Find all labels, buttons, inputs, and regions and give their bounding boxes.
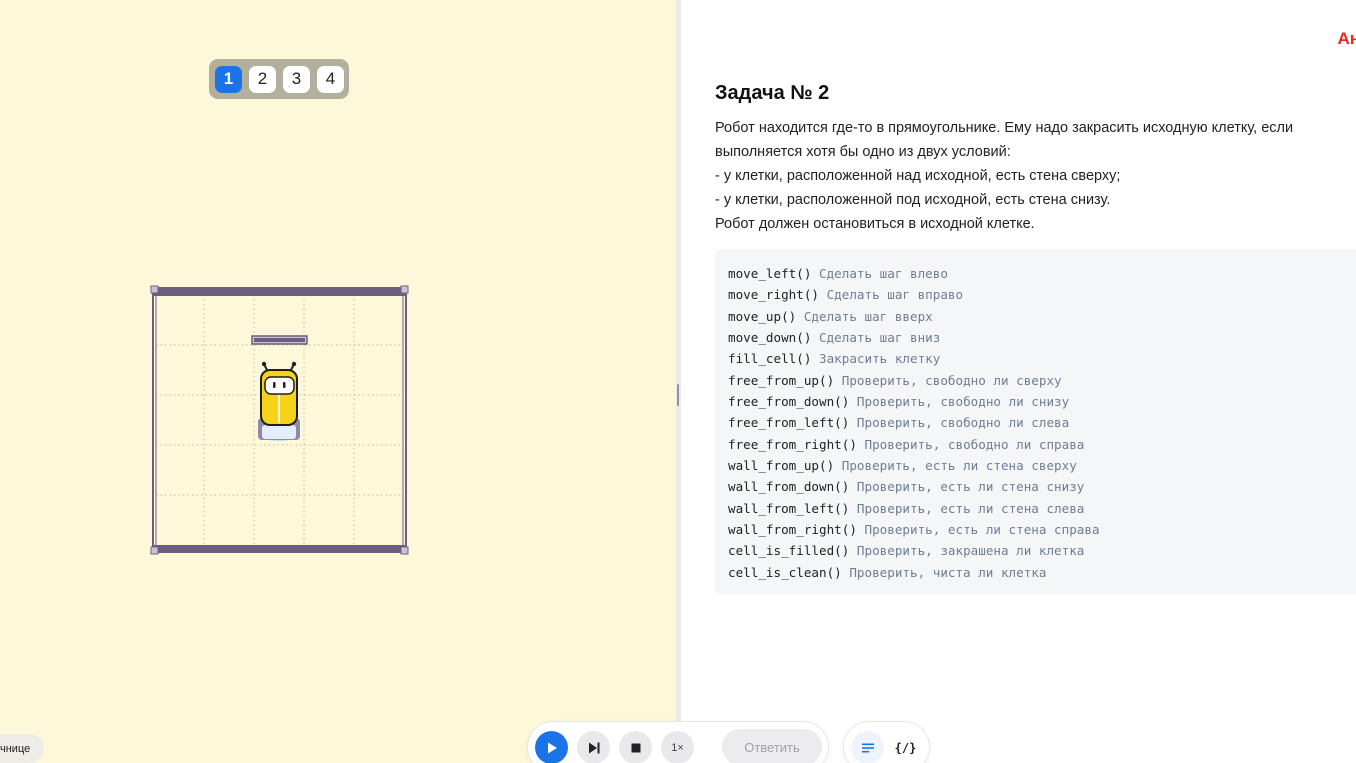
bottom-wall <box>154 545 405 552</box>
robot-grid <box>150 285 409 555</box>
api-item: move_left() Сделать шаг влево <box>728 263 1343 284</box>
api-item: move_up() Сделать шаг вверх <box>728 306 1343 327</box>
description-line: выполняется хотя бы одно из двух условий… <box>715 144 1011 160</box>
api-item: cell_is_filled() Проверить, закрашена ли… <box>728 540 1343 561</box>
level-tab-1[interactable]: 1 <box>215 65 242 93</box>
answer-button[interactable]: Ответить <box>722 729 822 763</box>
description-line: Робот находится где-то в прямоугольнике.… <box>715 120 1294 136</box>
step-button[interactable] <box>577 731 610 763</box>
api-item: free_from_up() Проверить, свободно ли св… <box>728 370 1343 391</box>
description-line: Робот должен остановиться в исходной кле… <box>715 216 1035 232</box>
api-function: move_left() <box>728 266 812 281</box>
api-item: free_from_left() Проверить, свободно ли … <box>728 412 1343 433</box>
api-item: move_down() Сделать шаг вниз <box>728 327 1343 348</box>
api-description: Проверить, свободно ли сверху <box>841 372 1062 388</box>
api-function: wall_from_left() <box>728 500 850 516</box>
task-pane: Ан Задача № 2 Робот находится где-то в п… <box>681 0 1356 763</box>
api-item: wall_from_left() Проверить, есть ли стен… <box>728 498 1343 519</box>
step-icon <box>588 742 599 753</box>
stop-button[interactable] <box>619 731 652 763</box>
api-description: Проверить, чиста ли клетка <box>849 564 1047 580</box>
api-description: Проверить, есть ли стена слева <box>856 500 1085 516</box>
api-description: Закрасить клетку <box>819 351 941 367</box>
level-tabs: 1 2 3 4 <box>209 59 349 99</box>
robot-field-pane: 1 2 3 4 чнице <box>0 0 676 763</box>
api-function: move_up() <box>728 308 797 324</box>
api-item: free_from_down() Проверить, свободно ли … <box>728 391 1343 412</box>
inner-wall <box>251 335 308 345</box>
view-toggle: {/} <box>844 722 929 763</box>
api-description: Сделать шаг влево <box>819 266 948 281</box>
api-item: move_right() Сделать шаг вправо <box>728 284 1343 305</box>
api-function: free_from_left() <box>728 415 850 431</box>
api-function: cell_is_filled() <box>728 543 850 559</box>
api-function: move_right() <box>728 287 819 303</box>
api-item: wall_from_right() Проверить, есть ли сте… <box>728 519 1343 540</box>
api-item: wall_from_up() Проверить, есть ли стена … <box>728 455 1343 476</box>
api-function: move_down() <box>728 330 812 346</box>
api-description: Проверить, свободно ли справа <box>864 436 1085 452</box>
api-description: Сделать шаг вниз <box>819 330 941 346</box>
task-title: Задача № 2 <box>715 82 830 104</box>
api-description: Проверить, свободно ли слева <box>856 415 1070 431</box>
robot <box>258 361 300 441</box>
api-description: Проверить, есть ли стена справа <box>864 522 1100 538</box>
divider-handle[interactable] <box>677 384 679 406</box>
description-line: - у клетки, расположенной над исходной, … <box>715 168 1121 184</box>
api-reference: move_left() Сделать шаг влево move_right… <box>715 249 1356 594</box>
api-function: wall_from_down() <box>728 479 850 495</box>
level-tab-2[interactable]: 2 <box>249 65 276 93</box>
api-function: free_from_right() <box>728 436 857 452</box>
api-description: Сделать шаг вправо <box>826 287 964 303</box>
play-icon <box>547 742 557 753</box>
api-function: cell_is_clean() <box>728 564 842 580</box>
api-description: Проверить, свободно ли снизу <box>856 394 1070 410</box>
top-right-label[interactable]: Ан <box>1337 29 1356 49</box>
footer-hint[interactable]: чнице <box>0 734 45 763</box>
api-description: Проверить, есть ли стена сверху <box>841 458 1077 474</box>
api-function: wall_from_up() <box>728 458 835 474</box>
api-item: free_from_right() Проверить, свободно ли… <box>728 434 1343 455</box>
speed-button[interactable]: 1× <box>661 731 694 763</box>
api-description: Сделать шаг вверх <box>803 308 933 324</box>
api-item: fill_cell() Закрасить клетку <box>728 348 1343 369</box>
api-function: free_from_down() <box>728 394 850 410</box>
api-description: Проверить, есть ли стена снизу <box>856 479 1085 495</box>
api-description: Проверить, закрашена ли клетка <box>856 543 1085 559</box>
code-view-icon: {/} <box>894 740 917 755</box>
stop-icon <box>631 743 640 752</box>
api-item: wall_from_down() Проверить, есть ли стен… <box>728 476 1343 497</box>
top-wall <box>154 289 405 296</box>
text-view-button[interactable] <box>851 731 884 763</box>
api-item: cell_is_clean() Проверить, чиста ли клет… <box>728 562 1343 583</box>
api-function: wall_from_right() <box>728 522 857 538</box>
level-tab-4[interactable]: 4 <box>317 65 344 93</box>
play-button[interactable] <box>535 731 568 763</box>
api-function: fill_cell() <box>728 351 812 367</box>
task-description: Робот находится где-то в прямоугольнике.… <box>715 116 1340 236</box>
api-function: free_from_up() <box>728 372 835 388</box>
level-tab-3[interactable]: 3 <box>283 65 310 93</box>
description-line: - у клетки, расположенной под исходной, … <box>715 192 1111 208</box>
text-view-icon <box>861 743 874 752</box>
code-view-button[interactable]: {/} <box>889 731 922 763</box>
execution-controls: 1× Ответить <box>528 722 828 763</box>
